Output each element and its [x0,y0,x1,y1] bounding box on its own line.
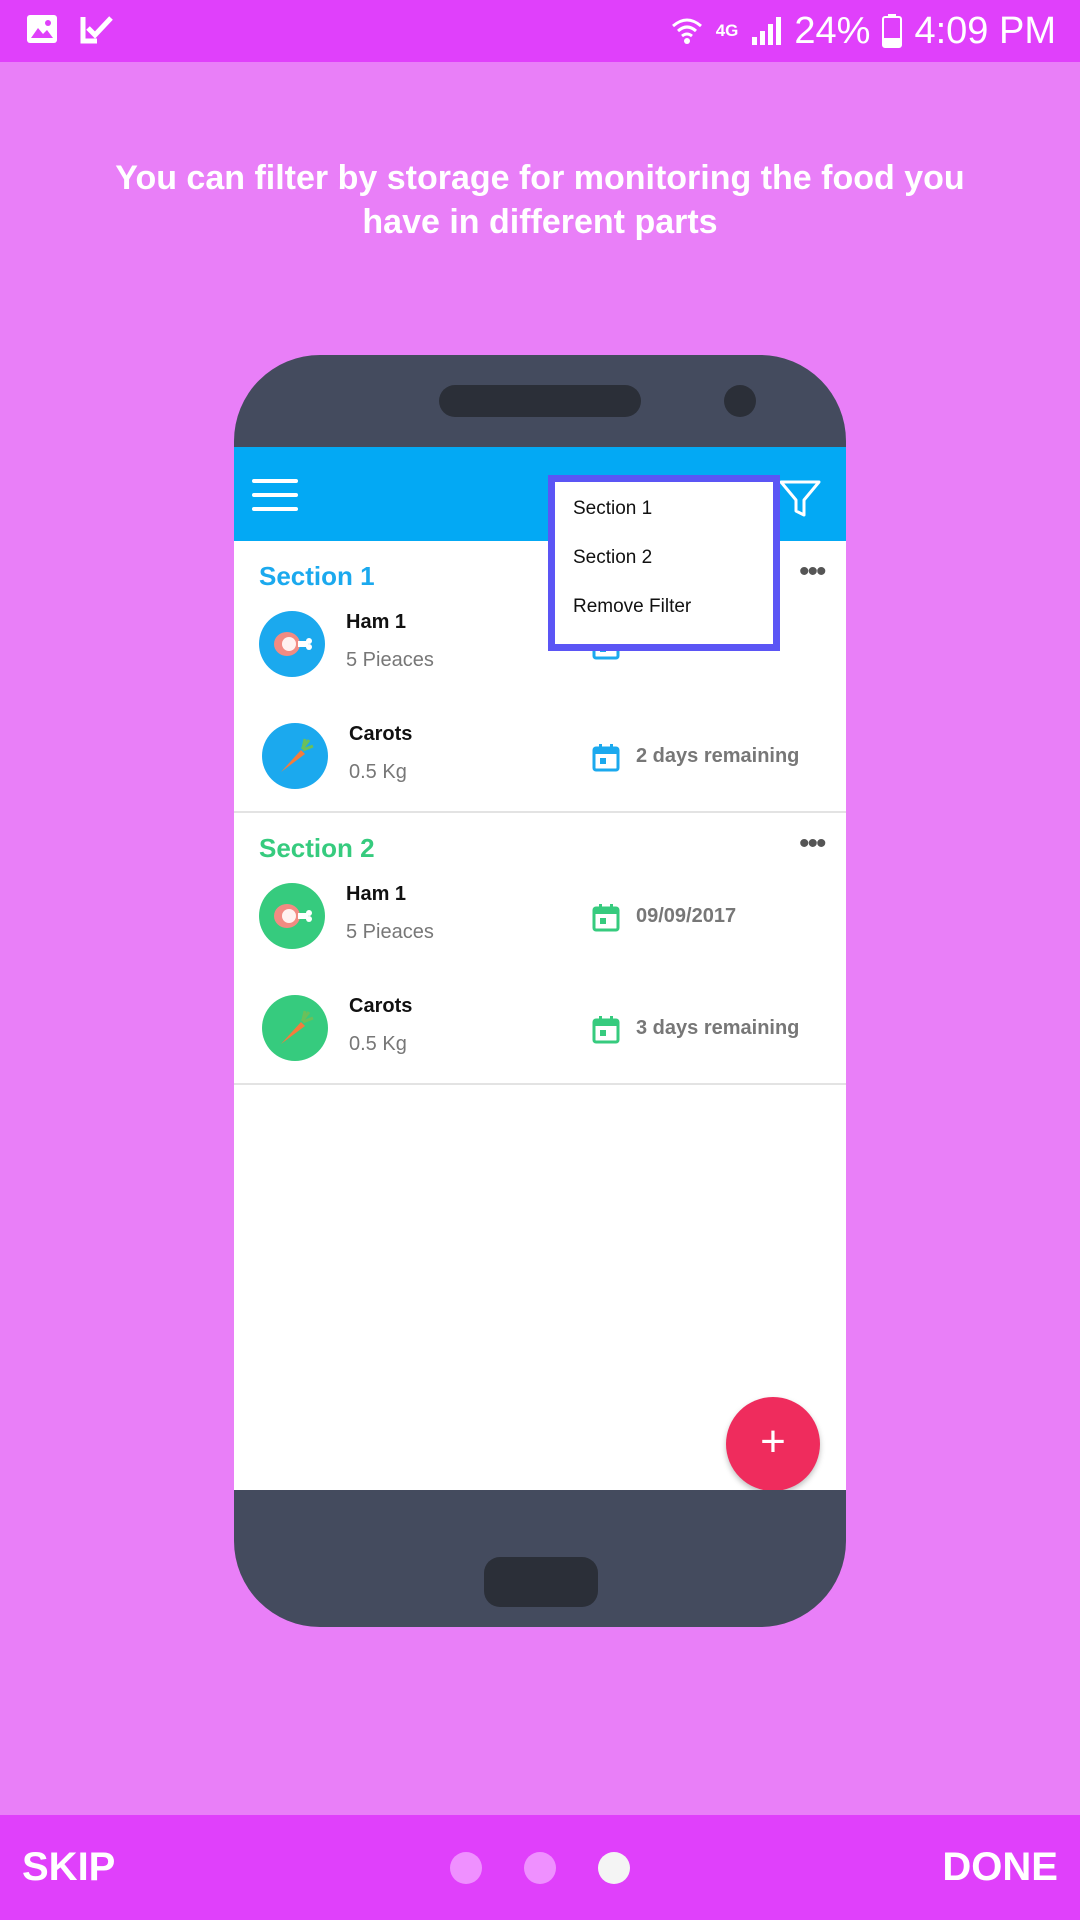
section-title: Section 1 [259,561,375,591]
item-name: Carots [349,995,413,1017]
page-indicator-dot-3-active[interactable] [598,1852,630,1884]
wifi-icon [671,18,702,44]
item-quantity: 5 Pieaces [346,649,434,671]
item-name: Ham 1 [346,883,407,905]
item-date: 09/09/2017 [636,905,737,927]
item-name: Ham 1 [346,611,407,633]
onboarding-nav-bar: SKIP DONE [0,1815,1080,1920]
menu-item-section-2: Section 2 [573,547,653,568]
page-indicator-dot-2[interactable] [524,1852,556,1884]
section-title: Section 2 [259,833,375,863]
mockup-screen: Section 1 ••• Ham 1 5 Pieaces Carots 0.5… [234,447,846,1490]
section-divider [234,811,846,813]
item-date: 3 days remaining [636,1017,800,1039]
clock: 4:09 PM [914,9,1056,52]
task-check-icon [80,16,113,44]
ham-icon [259,611,325,677]
skip-button[interactable]: SKIP [22,1845,115,1890]
ham-icon [259,883,325,949]
carrot-icon [262,723,328,789]
list-item: Ham 1 5 Pieaces 09/09/2017 [234,873,846,963]
signal-icon [752,17,782,45]
item-quantity: 5 Pieaces [346,921,434,943]
item-date: 2 days remaining [636,745,800,767]
battery-icon [882,14,903,48]
status-bar: 4G 24% 4:09 PM [0,0,1080,62]
list-item: Carots 0.5 Kg 2 days remaining [234,713,846,803]
item-name: Carots [349,723,413,745]
more-options-icon: ••• [799,555,826,588]
carrot-icon [262,995,328,1061]
filter-icon [779,480,821,517]
phone-camera [724,385,756,417]
calendar-icon [592,744,620,772]
menu-item-section-1: Section 1 [573,498,653,519]
done-button[interactable]: DONE [942,1845,1058,1890]
item-quantity: 0.5 Kg [349,1033,407,1055]
calendar-icon [592,1016,620,1044]
add-item-fab: + [726,1397,820,1490]
hamburger-menu-icon [252,479,298,511]
menu-item-remove-filter: Remove Filter [573,596,692,617]
phone-home-button [484,1557,598,1607]
calendar-icon [592,904,620,932]
section-divider [234,1083,846,1085]
item-quantity: 0.5 Kg [349,761,407,783]
more-options-icon: ••• [799,827,826,860]
onboarding-headline: You can filter by storage for monitoring… [115,159,965,241]
phone-mockup: Section 1 ••• Ham 1 5 Pieaces Carots 0.5… [234,355,846,1627]
battery-percent: 24% [794,9,871,52]
list-item: Carots 0.5 Kg 3 days remaining [234,985,846,1075]
filter-menu-popup: Section 1 Section 2 Remove Filter [548,475,780,651]
network-type: 4G [715,21,739,40]
phone-speaker [439,385,641,417]
page-indicator-dot-1[interactable] [450,1852,482,1884]
gallery-icon [27,15,57,43]
